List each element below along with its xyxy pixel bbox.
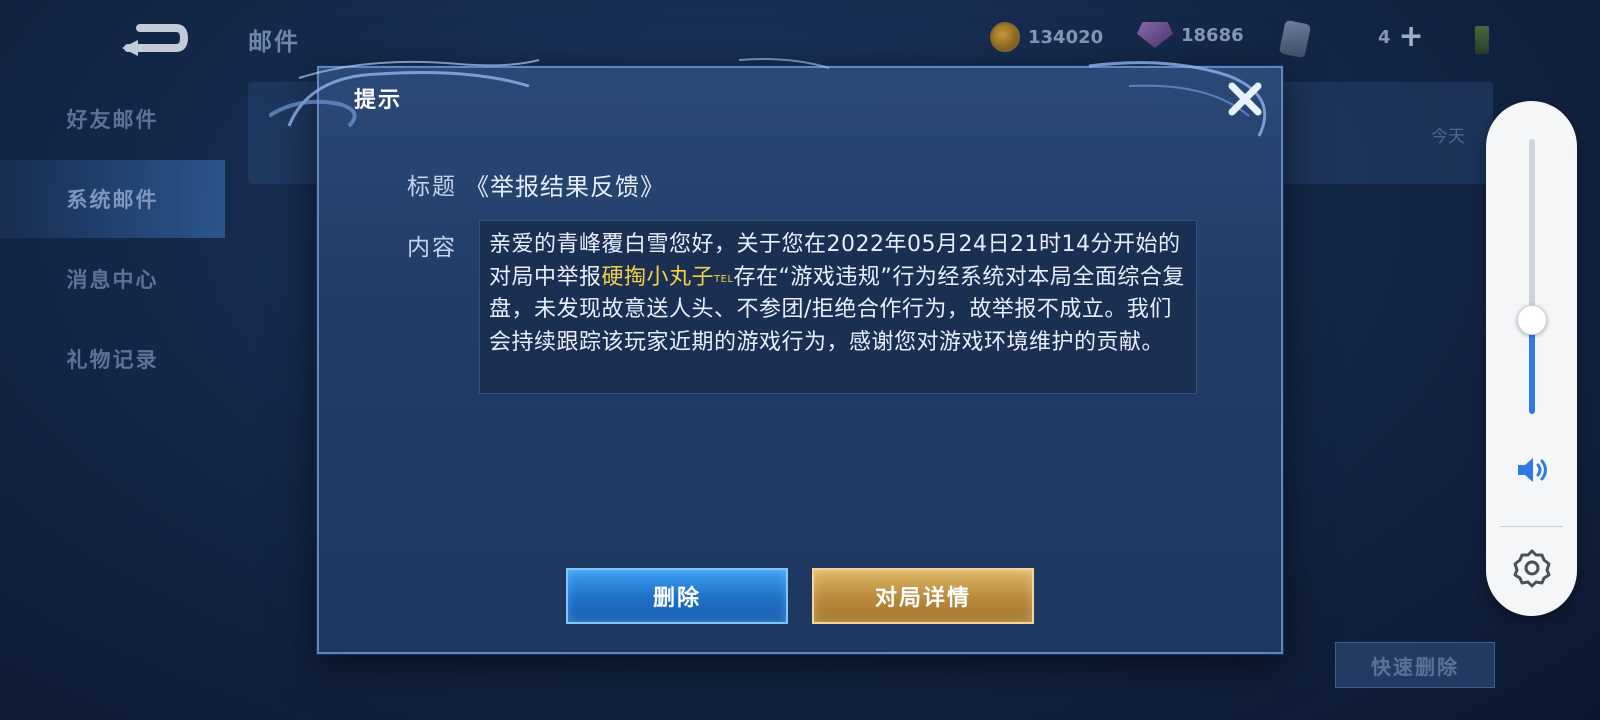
sidebar-item-gift-records[interactable]: 礼物记录 [0, 320, 225, 398]
gold-currency: 134020 [990, 22, 1103, 52]
sidebar-item-message-center[interactable]: 消息中心 [0, 240, 225, 318]
content-label: 内容 [407, 235, 457, 261]
cloud-swirl-decoration [269, 58, 1267, 137]
mail-content-box[interactable]: 亲爱的青峰覆白雪您好，关于您在2022年05月24日21时14分开始的对局中举报… [479, 220, 1197, 394]
player-tag: TEL [714, 273, 734, 285]
sidebar-item-label: 好友邮件 [66, 108, 159, 132]
signal-icon [1475, 26, 1489, 54]
volume-panel [1486, 101, 1577, 616]
card-count: 4 + [1378, 22, 1424, 52]
mail-detail-dialog: 提示 标题 《举报结果反馈》 内容 亲爱的青峰覆白雪您好，关于您在2022年05… [269, 58, 1283, 654]
plus-icon[interactable]: + [1399, 22, 1424, 52]
quick-delete-button[interactable]: 快速删除 [1335, 642, 1495, 688]
sidebar-item-friend-mail[interactable]: 好友邮件 [0, 80, 225, 158]
volume-slider-thumb[interactable] [1517, 305, 1547, 335]
mail-subject: 《举报结果反馈》 [465, 173, 665, 201]
card-icon [1278, 19, 1312, 59]
gold-coin-icon [990, 22, 1020, 52]
match-details-button[interactable]: 对局详情 [812, 568, 1034, 624]
page-title: 邮件 [248, 28, 300, 56]
gem-icon [1137, 22, 1173, 48]
dialog-title: 提示 [354, 88, 403, 113]
sidebar-item-system-mail[interactable]: 系统邮件 [0, 160, 225, 238]
card-currency [1278, 19, 1312, 59]
gem-amount: 18686 [1181, 24, 1244, 46]
delete-button[interactable]: 删除 [566, 568, 788, 624]
reported-player-name: 硬掏小丸子 [601, 264, 715, 290]
volume-slider-track[interactable] [1529, 139, 1535, 414]
close-icon[interactable] [1224, 78, 1266, 120]
sidebar-item-label: 系统邮件 [66, 188, 159, 212]
mail-content-text: 亲爱的青峰覆白雪您好，关于您在2022年05月24日21时14分开始的对局中举报… [489, 229, 1186, 359]
panel-divider [1500, 526, 1563, 527]
mail-date: 今天 [1431, 127, 1465, 147]
sidebar-item-label: 消息中心 [66, 268, 159, 292]
gem-currency: 18686 [1137, 22, 1244, 48]
gold-amount: 134020 [1028, 26, 1104, 48]
subject-label: 标题 [407, 174, 457, 200]
card-count-value: 4 [1378, 26, 1391, 48]
sidebar-item-label: 礼物记录 [66, 348, 159, 372]
back-arrow-icon[interactable] [118, 18, 188, 58]
speaker-icon[interactable] [1515, 455, 1551, 485]
gear-icon[interactable] [1511, 547, 1553, 589]
